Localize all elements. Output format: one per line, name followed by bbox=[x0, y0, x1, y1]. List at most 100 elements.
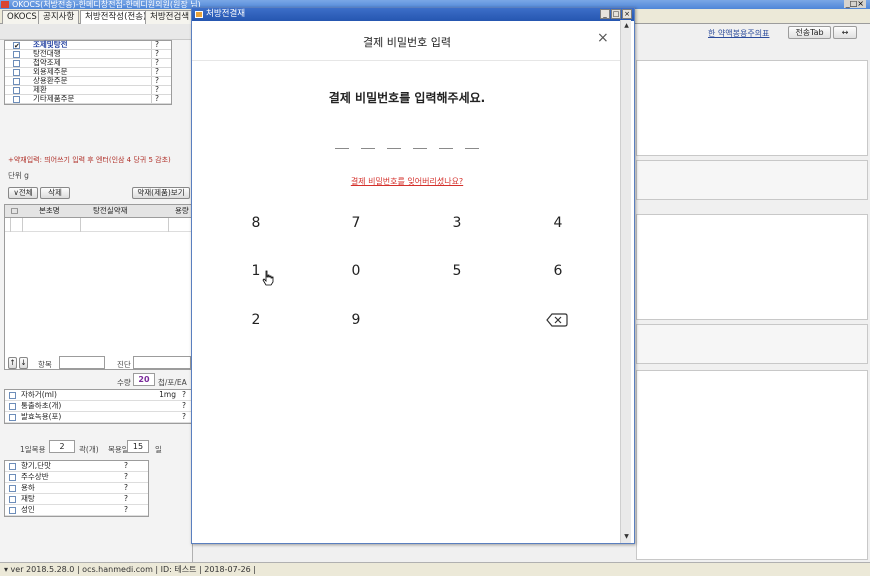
daily-unit: 곽(개) bbox=[79, 445, 99, 454]
list-item[interactable]: 자하거(ml) 1mg? bbox=[5, 390, 192, 401]
checkbox[interactable] bbox=[13, 51, 20, 58]
list-item[interactable]: 발효녹용(포)? bbox=[5, 412, 192, 423]
list-item-label: 탕전대행 bbox=[33, 49, 61, 58]
help-mark[interactable]: ? bbox=[151, 50, 161, 58]
swap-button[interactable]: ↔ bbox=[833, 26, 857, 39]
checkbox[interactable] bbox=[9, 392, 16, 399]
pin-slot bbox=[465, 148, 479, 149]
view-herbs-button[interactable]: 약재(제품)보기 bbox=[132, 187, 190, 199]
list-item[interactable]: 재탕? bbox=[5, 494, 148, 505]
table-row[interactable] bbox=[5, 218, 192, 232]
scroll-up-icon[interactable]: ▲ bbox=[622, 21, 631, 30]
checkbox[interactable] bbox=[13, 69, 20, 76]
list-item[interactable]: 탕전대행? bbox=[5, 50, 171, 59]
list-item[interactable]: 상용환주문? bbox=[5, 77, 171, 86]
list-item-label: 용하 bbox=[21, 483, 35, 492]
checkbox[interactable] bbox=[13, 78, 20, 85]
keypad-key[interactable]: 2 bbox=[236, 308, 276, 332]
list-item[interactable]: 첩약조제? bbox=[5, 59, 171, 68]
status-bar: ▾ ver 2018.5.28.0 | ocs.hanmedi.com | ID… bbox=[0, 562, 870, 576]
checkbox[interactable] bbox=[9, 403, 16, 410]
keypad-key[interactable]: 0 bbox=[336, 259, 376, 283]
select-all-button[interactable]: ∨전체 bbox=[8, 187, 38, 199]
main-window-controls[interactable]: _□× bbox=[843, 0, 866, 8]
keypad-key[interactable]: 8 bbox=[236, 211, 276, 235]
qty-input[interactable]: 20 bbox=[133, 373, 155, 386]
checkbox[interactable] bbox=[9, 414, 16, 421]
list-item[interactable]: 기타제품주문? bbox=[5, 95, 171, 104]
checkbox[interactable] bbox=[9, 474, 16, 481]
dialog-titlebar[interactable]: 처방전결재 _ □ × bbox=[192, 8, 634, 21]
checkbox[interactable] bbox=[13, 60, 20, 67]
checkbox[interactable] bbox=[9, 507, 16, 514]
keypad-key[interactable]: 4 bbox=[538, 211, 578, 235]
list-item[interactable]: 외용제주문? bbox=[5, 68, 171, 77]
tab-prescription-write[interactable]: 처방전작성(전송) bbox=[80, 10, 152, 24]
help-mark[interactable]: ? bbox=[182, 412, 186, 422]
right-text-area[interactable] bbox=[636, 214, 868, 320]
keypad-key[interactable]: 9 bbox=[336, 308, 376, 332]
list-item[interactable]: 성인? bbox=[5, 505, 148, 516]
tab-okocs[interactable]: OKOCS bbox=[2, 10, 42, 24]
header-checkbox[interactable]: □ bbox=[11, 205, 18, 217]
help-mark[interactable]: ? bbox=[151, 41, 161, 49]
dialog-scrollbar[interactable]: ▲ ▼ bbox=[620, 20, 631, 543]
left-panel: ✔ 조제및탕전? 탕전대행? 첩약조제? 외용제주문? 상용환주문? 제환? 기타… bbox=[0, 24, 193, 562]
qty-label: 수량 bbox=[117, 378, 131, 387]
help-mark[interactable]: ? bbox=[151, 86, 161, 94]
daily-label: 1일복용 bbox=[20, 445, 46, 454]
minimize-button[interactable]: _ bbox=[600, 9, 610, 19]
keypad-key[interactable]: 3 bbox=[437, 211, 477, 235]
tab-notice[interactable]: 공지사항 bbox=[38, 10, 80, 24]
help-mark[interactable]: ? bbox=[151, 68, 161, 76]
list-item[interactable]: 주수상반? bbox=[5, 472, 148, 483]
checkbox[interactable] bbox=[13, 96, 20, 103]
maximize-button[interactable]: □ bbox=[611, 9, 621, 19]
right-area bbox=[636, 24, 870, 562]
close-icon[interactable]: × bbox=[597, 31, 609, 45]
help-mark[interactable]: ? bbox=[124, 505, 128, 515]
backspace-key[interactable] bbox=[538, 308, 578, 332]
daily-input[interactable]: 2 bbox=[49, 440, 75, 453]
pin-slot bbox=[335, 148, 349, 149]
help-mark[interactable]: ? bbox=[124, 461, 128, 471]
prev-arrow-button[interactable]: ↑ bbox=[8, 357, 17, 369]
help-mark[interactable]: ? bbox=[182, 401, 186, 411]
forgot-password-link[interactable]: 결제 비밀번호를 잊어버리셨나요? bbox=[192, 176, 622, 187]
days-input[interactable]: 15 bbox=[127, 440, 149, 453]
keypad-key[interactable]: 7 bbox=[336, 211, 376, 235]
list-item[interactable]: 향기,단맛? bbox=[5, 461, 148, 472]
drug-input-hint: +약재입력: 띄어쓰기 입력 후 엔터(인삼 4 당귀 5 감초) bbox=[8, 156, 171, 164]
help-mark[interactable]: ? bbox=[151, 59, 161, 67]
list-item[interactable]: 제환? bbox=[5, 86, 171, 95]
checkbox[interactable] bbox=[9, 485, 16, 492]
checkbox[interactable]: ✔ bbox=[13, 42, 20, 50]
help-mark[interactable]: ? bbox=[124, 472, 128, 482]
help-mark[interactable]: ? bbox=[182, 390, 186, 400]
help-mark[interactable]: ? bbox=[151, 95, 161, 103]
scroll-down-icon[interactable]: ▼ bbox=[622, 532, 631, 541]
herb-caution-link[interactable]: 한 약액봉용주의표 bbox=[708, 28, 769, 39]
help-mark[interactable]: ? bbox=[124, 494, 128, 504]
list-item-label: 외용제주문 bbox=[33, 67, 68, 76]
keypad-key[interactable]: 6 bbox=[538, 259, 578, 283]
list-item[interactable]: ✔ 조제및탕전? bbox=[5, 41, 171, 50]
next-arrow-button[interactable]: ↓ bbox=[19, 357, 28, 369]
help-mark[interactable]: ? bbox=[151, 77, 161, 85]
list-item[interactable]: 통출하초(개)? bbox=[5, 401, 192, 412]
item-input[interactable] bbox=[59, 356, 105, 369]
list-item-label: 기타제품주문 bbox=[33, 94, 75, 103]
delete-button[interactable]: 삭제 bbox=[40, 187, 70, 199]
checkbox[interactable] bbox=[9, 496, 16, 503]
diagnosis-input[interactable] bbox=[133, 356, 191, 369]
close-window-button[interactable]: × bbox=[622, 9, 632, 19]
unit-label: 단위 g bbox=[8, 171, 29, 180]
list-item[interactable]: 용하? bbox=[5, 483, 148, 494]
keypad-key[interactable]: 5 bbox=[437, 259, 477, 283]
tab-prescription-search[interactable]: 처방전검색 bbox=[145, 10, 195, 24]
send-tab-button[interactable]: 전송Tab bbox=[788, 26, 831, 39]
help-mark[interactable]: ? bbox=[124, 483, 128, 493]
checkbox[interactable] bbox=[13, 87, 20, 94]
checkbox[interactable] bbox=[9, 463, 16, 470]
list-item-label: 제환 bbox=[33, 85, 47, 94]
